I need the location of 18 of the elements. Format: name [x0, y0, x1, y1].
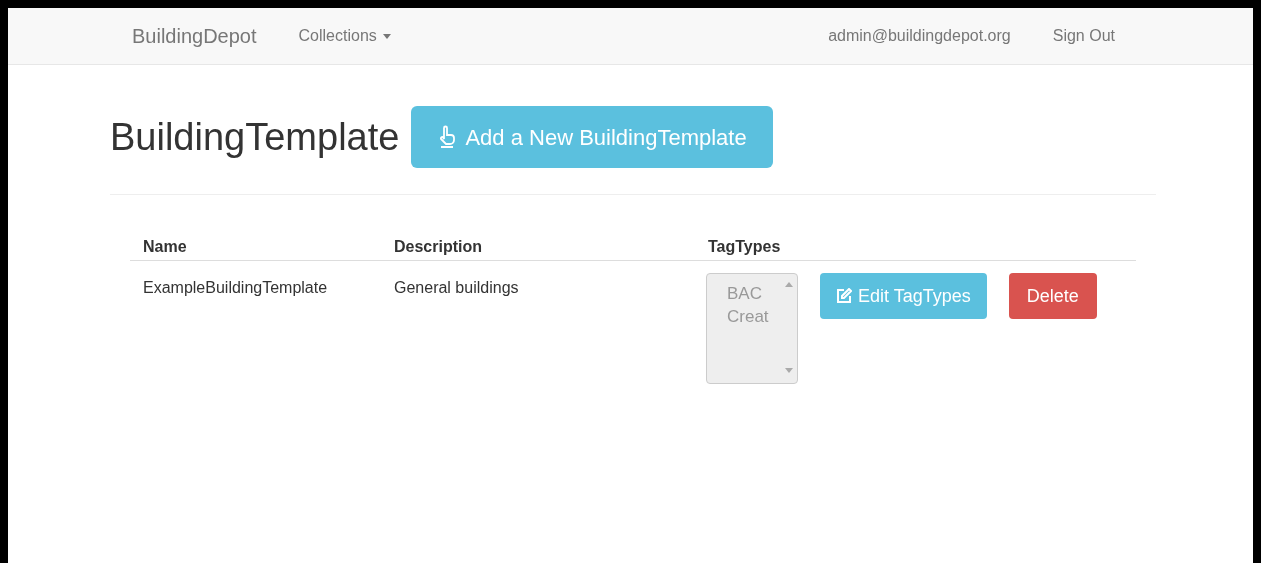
caret-icon [382, 33, 391, 39]
add-building-template-button[interactable]: Add a New BuildingTemplate [411, 106, 773, 168]
delete-button[interactable]: Delete [1008, 273, 1097, 319]
column-header: Name [142, 237, 188, 257]
user-email-link[interactable]: admin@buildingdepot.org [828, 24, 1011, 48]
column-header: TagTypes [707, 237, 781, 257]
table-cell-text: General buildings [393, 278, 520, 298]
edit-tag-types-button[interactable]: Edit TagTypes [820, 273, 987, 319]
page-title: BuildingTemplate [110, 118, 400, 156]
table-cell-text: ExampleBuildingTemplate [142, 278, 329, 298]
caret-icon [785, 282, 793, 287]
caret-icon [785, 368, 793, 373]
brand-link[interactable]: BuildingDepot [132, 21, 257, 51]
column-header: Description [393, 237, 483, 257]
sign-out-link[interactable]: Sign Out [1052, 24, 1115, 48]
pointing-hand-icon [437, 125, 458, 149]
edit-icon [836, 288, 852, 304]
collections-menu[interactable]: Collections [298, 24, 391, 48]
